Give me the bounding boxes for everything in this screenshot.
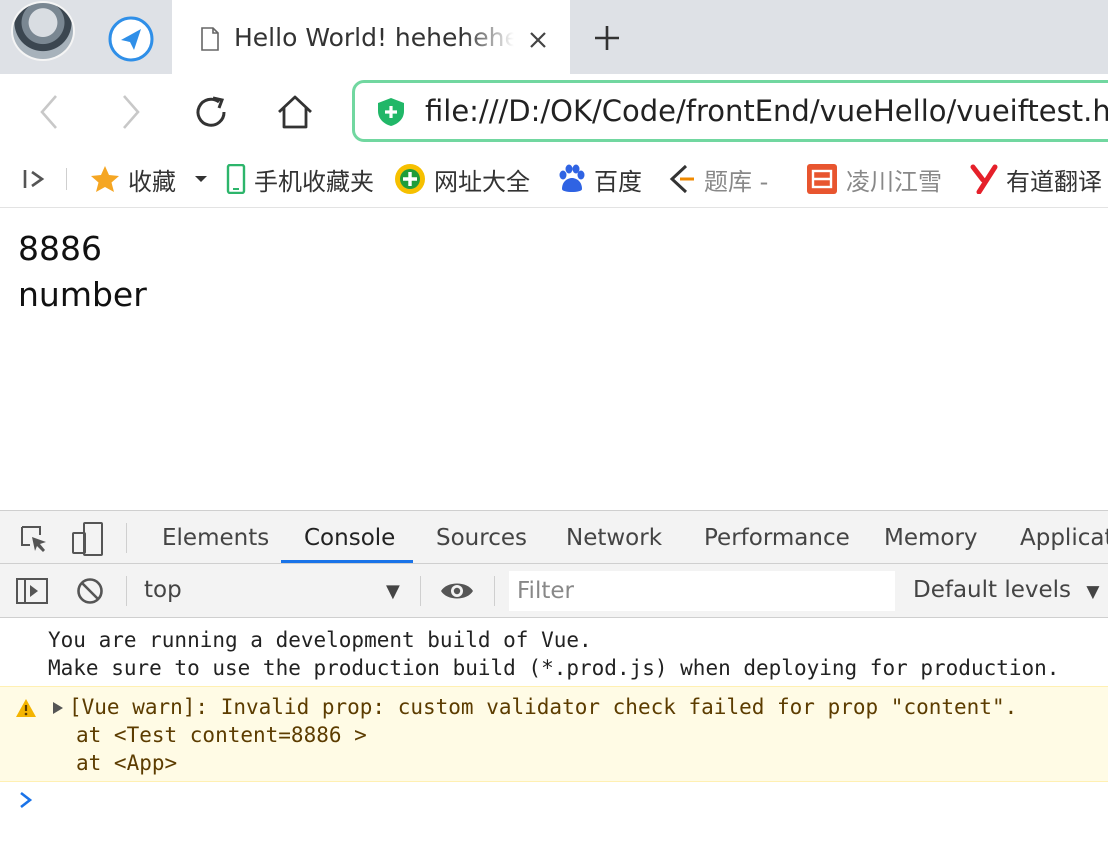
console-filter-input[interactable]: Filter <box>509 571 895 611</box>
expand-triangle-icon[interactable] <box>52 701 64 715</box>
context-selector[interactable]: top <box>144 577 182 603</box>
device-toolbar-icon[interactable] <box>70 521 106 557</box>
address-url[interactable]: file:///D:/OK/Code/frontEnd/vueHello/vue… <box>425 93 1108 129</box>
phone-icon <box>226 164 246 194</box>
address-bar[interactable]: file:///D:/OK/Code/frontEnd/vueHello/vue… <box>352 80 1108 142</box>
tab-network[interactable]: Network <box>566 523 662 553</box>
rendered-value: 8886 <box>18 229 102 268</box>
filter-placeholder: Filter <box>517 578 574 604</box>
tab-sources[interactable]: Sources <box>436 523 527 553</box>
show-sidebar-icon[interactable] <box>16 578 48 604</box>
context-dropdown-icon[interactable]: ▼ <box>386 581 400 602</box>
bookmark-mobile[interactable]: 手机收藏夹 <box>226 161 374 197</box>
youdao-icon <box>970 164 998 194</box>
sidebar-toggle-icon[interactable] <box>22 167 48 191</box>
reload-icon[interactable] <box>191 92 231 132</box>
console-prompt-icon[interactable] <box>18 790 34 810</box>
console-message: You are running a development build of V… <box>48 628 592 652</box>
log-levels-dropdown[interactable]: Default levels ▼ <box>913 577 1099 603</box>
bookmark-web-directory[interactable]: 网址大全 <box>394 161 530 197</box>
tab-console[interactable]: Console <box>304 523 395 553</box>
warning-trace-line: at <App> <box>76 751 178 775</box>
bookmarks-bar: 收藏 手机收藏夹 网址大全 百度 题库 - 凌川江雪 有道翻译 <box>0 150 1108 208</box>
back-arrow-icon[interactable] <box>30 92 70 132</box>
browser-tab[interactable]: Hello World! hehehehehe <box>172 0 570 74</box>
vue-warning-message: [Vue warn]: Invalid prop: custom validat… <box>0 686 1108 782</box>
tab-title: Hello World! hehehehehe <box>234 23 514 52</box>
bookmark-question-bank[interactable]: 题库 - <box>668 161 768 197</box>
profile-avatar[interactable] <box>11 1 75 61</box>
active-tab-indicator <box>281 560 413 563</box>
tab-performance[interactable]: Performance <box>704 523 850 553</box>
tab-memory[interactable]: Memory <box>884 523 978 553</box>
inspect-element-icon[interactable] <box>18 523 50 555</box>
question-bank-icon <box>669 164 694 194</box>
live-expression-eye-icon[interactable] <box>440 579 474 603</box>
new-tab-plus-icon[interactable] <box>592 23 622 53</box>
clear-console-icon[interactable] <box>76 577 104 605</box>
rendered-type: number <box>18 275 147 314</box>
browser-toolbar: file:///D:/OK/Code/frontEnd/vueHello/vue… <box>0 74 1108 150</box>
forward-arrow-icon[interactable] <box>110 92 150 132</box>
bookmark-youdao[interactable]: 有道翻译 <box>970 161 1102 197</box>
baidu-paw-icon <box>559 164 585 192</box>
console-message: Make sure to use the production build (*… <box>48 656 1060 680</box>
tab-application[interactable]: Applicat <box>1020 523 1108 553</box>
bookmark-baidu[interactable]: 百度 <box>556 161 642 197</box>
page-content: 8886 number <box>0 208 1108 510</box>
home-icon[interactable] <box>275 92 315 132</box>
star-icon <box>91 166 119 192</box>
log-levels-label: Default levels <box>913 577 1072 603</box>
warning-icon <box>16 699 36 717</box>
bookmark-jian[interactable]: 凌川江雪 <box>806 161 942 197</box>
warning-text[interactable]: [Vue warn]: Invalid prop: custom validat… <box>69 693 1017 721</box>
shield-icon[interactable] <box>377 97 405 127</box>
console-toolbar: top ▼ Filter Default levels ▼ <box>0 564 1108 618</box>
levels-dropdown-icon: ▼ <box>1086 582 1100 602</box>
bookmark-favorites[interactable]: 收藏 <box>90 161 208 197</box>
jian-icon <box>807 164 837 194</box>
dropdown-caret-icon[interactable] <box>194 174 208 184</box>
page-icon <box>201 27 219 51</box>
warning-trace-line: at <Test content=8886 > <box>76 723 367 747</box>
navigation-arrow-icon[interactable] <box>106 15 156 63</box>
devtools-tab-bar: Elements Console Sources Network Perform… <box>0 510 1108 564</box>
close-icon[interactable] <box>526 28 550 52</box>
tab-elements[interactable]: Elements <box>162 523 269 553</box>
tab-strip: Hello World! hehehehehe <box>0 0 1108 74</box>
web-directory-icon <box>395 164 425 194</box>
console-output: You are running a development build of V… <box>0 618 1108 846</box>
